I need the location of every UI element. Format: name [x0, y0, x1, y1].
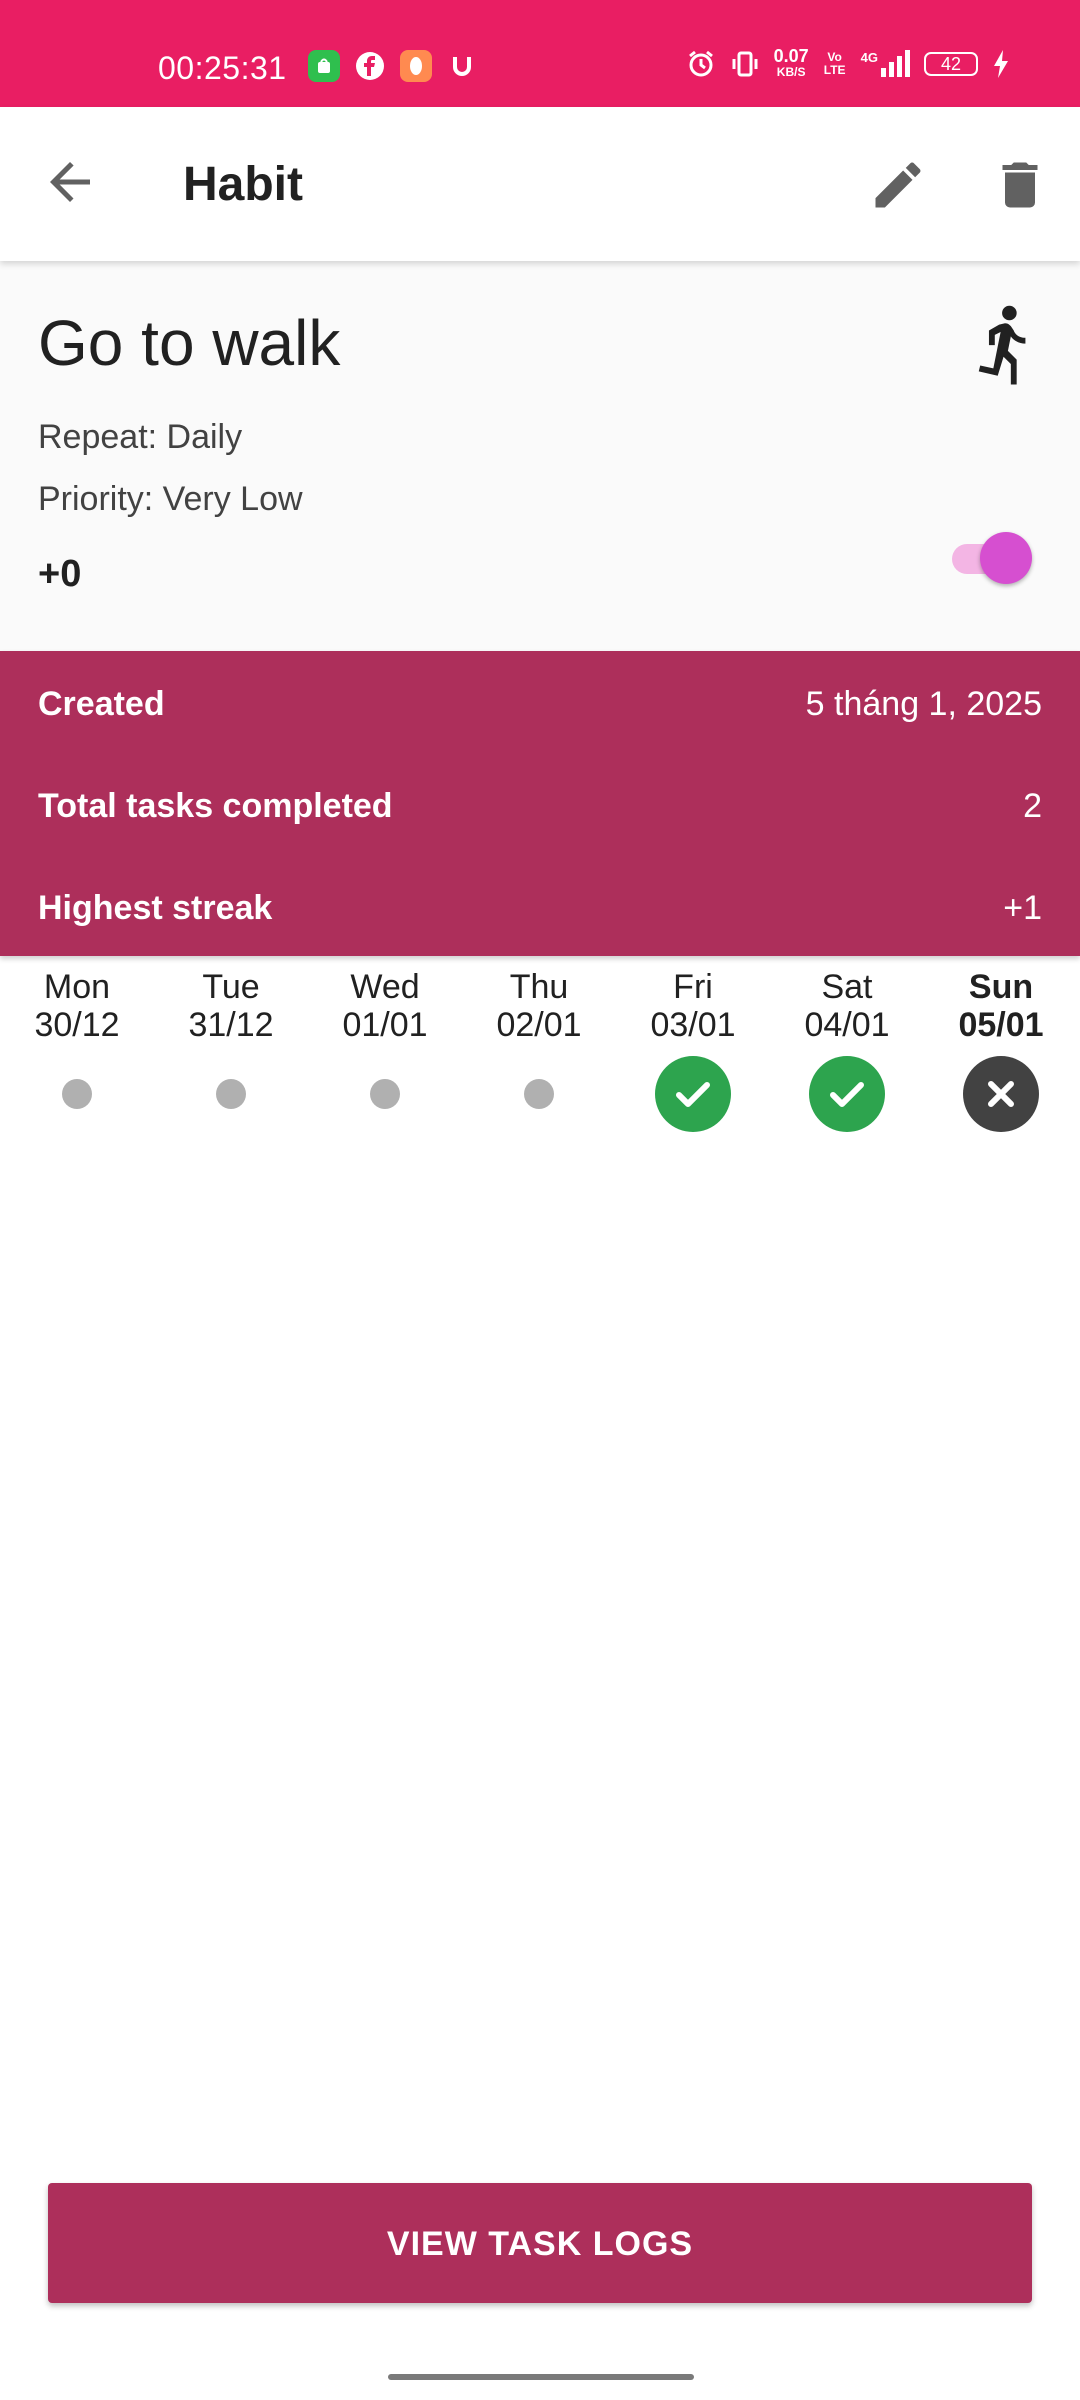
signal-label: 4G: [860, 50, 878, 65]
habit-repeat: Repeat: Daily: [38, 418, 243, 456]
stats-panel: Created 5 tháng 1, 2025 Total tasks comp…: [0, 651, 1080, 956]
stat-value: +1: [1003, 889, 1042, 927]
network-speed-value: 0.07: [773, 46, 809, 66]
day-tue[interactable]: Tue 31/12: [154, 968, 308, 1109]
day-name: Sun: [968, 968, 1034, 1006]
habit-score: +0: [38, 553, 82, 595]
stat-value: 2: [1023, 787, 1042, 825]
day-status: [347, 1056, 423, 1132]
status-system-icons: 0.07 KB/S Vo LTE 4G 42: [686, 46, 1010, 80]
day-name: Mon: [43, 968, 111, 1006]
day-date: 01/01: [342, 1006, 428, 1044]
battery-icon: 42: [924, 52, 978, 76]
network-speed: 0.07 KB/S: [773, 46, 809, 80]
pencil-icon: [875, 162, 921, 208]
day-date: 30/12: [34, 1006, 120, 1044]
habit-priority: Priority: Very Low: [38, 480, 303, 518]
day-mon[interactable]: Mon 30/12: [0, 968, 154, 1109]
empty-dot-icon: [216, 1079, 246, 1109]
edit-button[interactable]: [868, 155, 928, 215]
stat-value: 5 tháng 1, 2025: [805, 685, 1042, 723]
volte-indicator: Vo LTE: [823, 50, 846, 77]
week-strip: Mon 30/12 Tue 31/12 Wed 01/01 Thu 02/01 …: [0, 968, 1080, 1138]
status-time: 00:25:31: [158, 50, 287, 86]
signal-icon: 4G: [861, 50, 910, 78]
day-wed[interactable]: Wed 01/01: [308, 968, 462, 1109]
stat-row-highest-streak: Highest streak +1: [38, 878, 1042, 938]
empty-dot-icon: [370, 1079, 400, 1109]
day-date: 04/01: [804, 1006, 890, 1044]
home-indicator[interactable]: [388, 2374, 694, 2380]
status-notification-icons: [308, 50, 478, 82]
day-date: 02/01: [496, 1006, 582, 1044]
habit-name: Go to walk: [38, 307, 341, 379]
trash-icon: [1002, 162, 1038, 208]
empty-dot-icon: [524, 1079, 554, 1109]
day-thu[interactable]: Thu 02/01: [462, 968, 616, 1109]
day-status: [963, 1056, 1039, 1132]
shopee-app-icon: [308, 50, 340, 82]
habit-active-toggle[interactable]: [946, 526, 1036, 586]
alarm-icon: [688, 50, 713, 77]
battery-level: 42: [940, 53, 962, 74]
day-name: Sat: [821, 968, 873, 1006]
charging-icon: [994, 50, 1008, 78]
facebook-icon: [354, 50, 386, 82]
day-status: [655, 1056, 731, 1132]
day-status: [193, 1056, 269, 1132]
day-status: [809, 1056, 885, 1132]
check-circle-icon: [809, 1056, 885, 1132]
toggle-thumb: [980, 532, 1032, 584]
day-sun[interactable]: Sun 05/01: [924, 968, 1078, 1132]
day-name: Tue: [202, 968, 260, 1006]
stat-row-total-completed: Total tasks completed 2: [38, 776, 1042, 836]
stat-label: Highest streak: [38, 889, 273, 927]
page-title: Habit: [183, 158, 303, 211]
u-app-icon: [446, 50, 478, 82]
day-fri[interactable]: Fri 03/01: [616, 968, 770, 1132]
day-name: Thu: [509, 968, 569, 1006]
day-status: [39, 1056, 115, 1132]
day-status: [501, 1056, 577, 1132]
day-name: Fri: [673, 968, 713, 1006]
check-circle-icon: [655, 1056, 731, 1132]
x-circle-icon: [963, 1056, 1039, 1132]
stat-row-created: Created 5 tháng 1, 2025: [38, 674, 1042, 734]
day-sat[interactable]: Sat 04/01: [770, 968, 924, 1132]
habit-card: Go to walk Repeat: Daily Priority: Very …: [0, 261, 1080, 651]
day-date: 03/01: [650, 1006, 736, 1044]
stat-label: Total tasks completed: [38, 787, 393, 825]
day-name: Wed: [350, 968, 420, 1006]
view-task-logs-button[interactable]: VIEW TASK LOGS: [48, 2183, 1032, 2303]
status-bar: 00:25:31 0.07 KB/S Vo LTE 4G 42: [0, 0, 1080, 107]
network-speed-unit: KB/S: [776, 65, 806, 79]
app-bar: Habit: [0, 107, 1080, 261]
delete-button[interactable]: [990, 155, 1050, 215]
day-date: 31/12: [188, 1006, 274, 1044]
back-button[interactable]: [40, 152, 100, 212]
orange-app-icon: [400, 50, 432, 82]
walking-person-icon: [970, 303, 1040, 393]
empty-dot-icon: [62, 1079, 92, 1109]
stat-label: Created: [38, 685, 165, 723]
arrow-back-icon: [50, 162, 90, 202]
day-date: 05/01: [958, 1006, 1044, 1044]
vibrate-icon: [732, 51, 758, 77]
